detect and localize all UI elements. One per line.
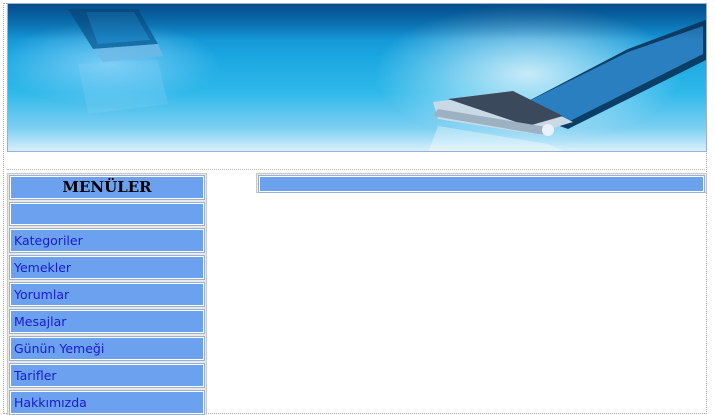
header-banner-image bbox=[7, 3, 707, 152]
menu-item-yemekler[interactable]: Yemekler bbox=[9, 255, 205, 280]
sidebar-menu: MENÜLER Kategoriler Yemekler Yorumlar Me… bbox=[7, 173, 207, 415]
menu-item-gunun-yemegi[interactable]: Günün Yemeği bbox=[9, 336, 205, 361]
menu-item-tarifler[interactable]: Tarifler bbox=[9, 363, 205, 388]
laptop-illustration bbox=[68, 9, 706, 151]
banner-separator bbox=[7, 152, 707, 170]
menu-item-mesajlar[interactable]: Mesajlar bbox=[9, 309, 205, 334]
content-header-bar-inner bbox=[258, 175, 705, 193]
menu-item-yorumlar[interactable]: Yorumlar bbox=[9, 282, 205, 307]
content-header-bar bbox=[256, 173, 707, 193]
menu-item-hakkimizda[interactable]: Hakkımızda bbox=[9, 390, 205, 415]
menu-title: MENÜLER bbox=[9, 175, 205, 200]
menu-item-kategoriler[interactable]: Kategoriler bbox=[9, 228, 205, 253]
menu-empty-row bbox=[9, 202, 205, 226]
